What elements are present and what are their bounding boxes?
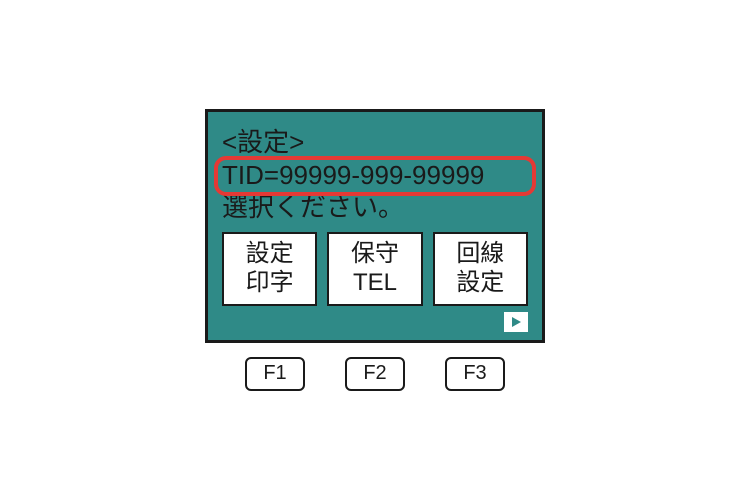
soft-button-line2: TEL [331,269,418,298]
screen-title: <設定> [222,126,528,159]
nav-arrow-row [222,312,528,332]
soft-button-maintenance-tel[interactable]: 保守 TEL [327,232,422,306]
soft-button-settings-print[interactable]: 設定 印字 [222,232,317,306]
soft-button-row: 設定 印字 保守 TEL 回線 設定 [222,232,528,306]
soft-button-line1: 保守 [331,240,418,269]
soft-button-line-settings[interactable]: 回線 設定 [433,232,528,306]
tid-value: TID=99999-999-99999 [222,159,528,192]
lcd-screen: <設定> TID=99999-999-99999 選択ください。 設定 印字 保… [205,109,545,342]
prompt-text: 選択ください。 [222,191,528,224]
f2-key[interactable]: F2 [345,357,405,391]
f3-key[interactable]: F3 [445,357,505,391]
soft-button-line1: 設定 [226,240,313,269]
screen-text: <設定> TID=99999-999-99999 選択ください。 [222,126,528,224]
function-key-row: F1 F2 F3 [205,357,545,391]
soft-button-line1: 回線 [437,240,524,269]
soft-button-line2: 印字 [226,269,313,298]
triangle-right-icon [510,316,522,328]
f1-key[interactable]: F1 [245,357,305,391]
terminal-device: <設定> TID=99999-999-99999 選択ください。 設定 印字 保… [205,109,545,390]
next-arrow-button[interactable] [504,312,528,332]
soft-button-line2: 設定 [437,269,524,298]
